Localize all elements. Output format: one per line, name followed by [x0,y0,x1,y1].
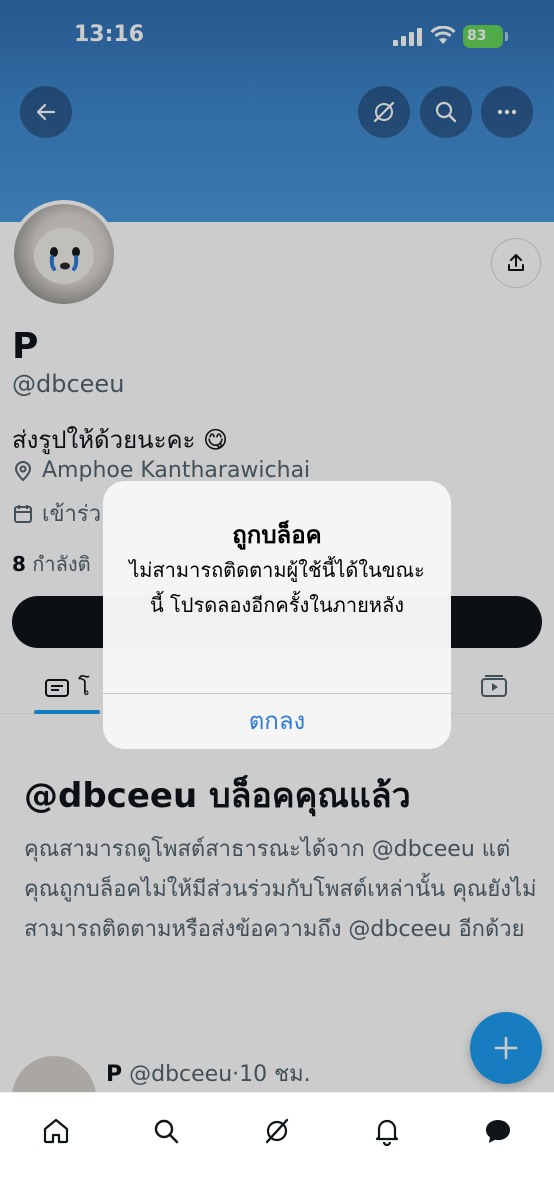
bottom-navigation [0,1092,554,1200]
nav-grok[interactable] [257,1111,297,1151]
blocked-alert-dialog: ถูกบล็อค ไม่สามารถติดตามผู้ใช้นี้ได้ในขณ… [103,481,451,749]
grok-icon [265,1118,289,1144]
alert-title: ถูกบล็อค [232,521,322,549]
nav-home[interactable] [36,1111,76,1151]
alert-message: ไม่สามารถติดตามผู้ใช้นี้ได้ในขณะนี้ โปรด… [129,558,425,617]
bell-icon [375,1119,399,1146]
nav-search[interactable] [146,1111,186,1151]
alert-ok-button[interactable]: ตกลง [103,694,451,749]
message-icon [486,1120,510,1143]
search-icon [154,1119,179,1144]
home-icon [43,1118,69,1144]
nav-notifications[interactable] [367,1111,407,1151]
nav-messages[interactable] [478,1111,518,1151]
